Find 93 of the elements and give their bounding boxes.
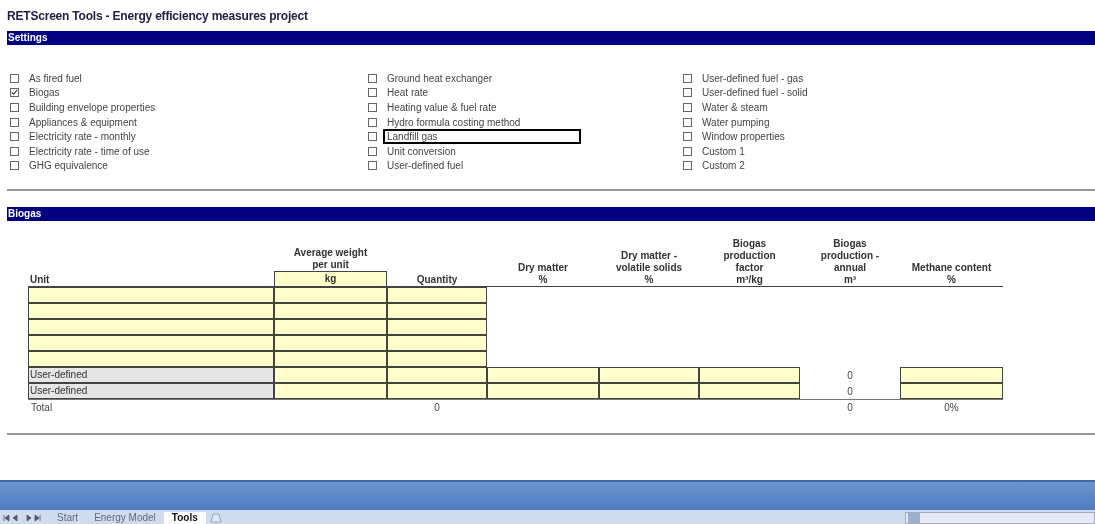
option-label[interactable]: Window properties [698,129,789,145]
input-cell[interactable] [699,367,800,384]
input-cell[interactable] [387,319,487,336]
checkbox[interactable] [683,73,692,83]
checkbox[interactable] [368,73,377,83]
input-cell[interactable] [274,367,387,384]
input-cell[interactable] [28,335,274,352]
input-cell[interactable] [487,383,599,400]
checkbox[interactable] [10,88,19,98]
checkbox[interactable] [368,103,377,112]
checkbox[interactable] [683,132,692,142]
checkbox[interactable] [683,88,692,98]
option-label[interactable]: User-defined fuel - gas [698,70,808,86]
option-label[interactable]: Landfill gas [383,129,581,145]
input-cell[interactable] [274,383,387,400]
option-label[interactable]: Unit conversion [383,143,460,159]
section-header: Settings [7,31,1095,45]
input-cell[interactable] [487,367,599,384]
input-cell[interactable] [274,319,387,336]
option-label[interactable]: User-defined fuel [383,158,468,174]
input-cell[interactable] [900,367,1003,384]
option-label[interactable]: Ground heat exchanger [383,70,497,86]
checkbox[interactable] [683,146,692,156]
input-cell[interactable] [387,367,487,384]
unit-label: kg [274,271,387,287]
checkbox[interactable] [10,117,19,127]
option-label[interactable]: Custom 2 [698,158,749,174]
checkbox[interactable] [368,146,377,156]
option-label[interactable]: Heat rate [383,85,433,101]
column-header: Quantity [416,274,458,287]
scrollbar-drawing[interactable] [905,512,1095,524]
input-cell[interactable] [274,303,387,320]
input-cell[interactable] [28,287,274,304]
column-header: Dry matter % [518,262,568,287]
input-cell[interactable] [28,303,274,320]
table-cell: Total [31,402,53,414]
input-cell[interactable] [28,351,274,368]
sheet-tab[interactable]: Start [49,512,87,524]
table-cell: 0 [847,402,853,414]
option-label[interactable]: Electricity rate - monthly [25,129,140,145]
column-header: Methane content % [911,262,992,287]
column-header: Unit [30,274,50,287]
column-header: Biogas production - annual m³ [820,238,880,287]
checkbox[interactable] [683,161,692,171]
option-label[interactable]: As fired fuel [25,70,86,86]
checkbox[interactable] [368,88,377,98]
input-cell[interactable] [274,287,387,304]
table-cell: 0 [847,385,853,397]
checkbox[interactable] [10,146,19,156]
input-cell[interactable] [274,335,387,352]
input-cell[interactable] [387,303,487,320]
table-cell: User-defined [28,367,274,384]
option-label[interactable]: Custom 1 [698,143,749,159]
checkbox[interactable] [368,132,377,142]
input-cell[interactable] [387,351,487,368]
option-label[interactable]: Building envelope properties [25,100,160,115]
option-label[interactable]: Biogas [25,85,64,101]
option-label[interactable]: Water pumping [698,114,774,130]
sheet-tab[interactable]: Energy Model [86,512,164,524]
input-cell[interactable] [599,367,699,384]
option-label[interactable]: Water & steam [698,100,772,115]
option-label[interactable]: User-defined fuel - solid [698,85,812,101]
checkbox[interactable] [10,73,19,83]
option-label[interactable]: Heating value & fuel rate [383,100,501,115]
sheet-tab[interactable]: Tools [163,512,206,524]
sheet-navigation-icon[interactable] [3,512,43,524]
checkbox[interactable] [10,103,19,112]
input-cell[interactable] [699,383,800,400]
input-cell[interactable] [599,383,699,400]
page-title: RETScreen Tools - Energy efficiency measures project [7,8,309,25]
option-label[interactable]: Hydro formula costing method [383,114,525,130]
checkbox[interactable] [368,161,377,171]
table-cell: User-defined [28,383,274,400]
checkbox[interactable] [368,117,377,127]
input-cell[interactable] [28,319,274,336]
option-label[interactable]: Appliances & equipment [25,114,141,130]
input-cell[interactable] [387,287,487,304]
column-header: Biogas production factor m³/kg [723,238,776,287]
checkbox[interactable] [683,103,692,112]
option-label[interactable]: GHG equivalence [25,158,112,174]
table-cell: 0 [434,402,440,414]
input-cell[interactable] [387,335,487,352]
checkbox[interactable] [10,161,19,171]
input-cell[interactable] [274,351,387,368]
option-label[interactable]: Electricity rate - time of use [25,143,154,159]
section-header: Biogas [7,207,1095,222]
table-cell: 0 [847,369,853,381]
checkbox[interactable] [10,132,19,142]
input-cell[interactable] [387,383,487,400]
checkbox[interactable] [683,117,692,127]
column-header: Dry matter - volatile solids % [615,250,683,287]
input-cell[interactable] [900,383,1003,400]
table-cell: 0% [944,402,959,414]
